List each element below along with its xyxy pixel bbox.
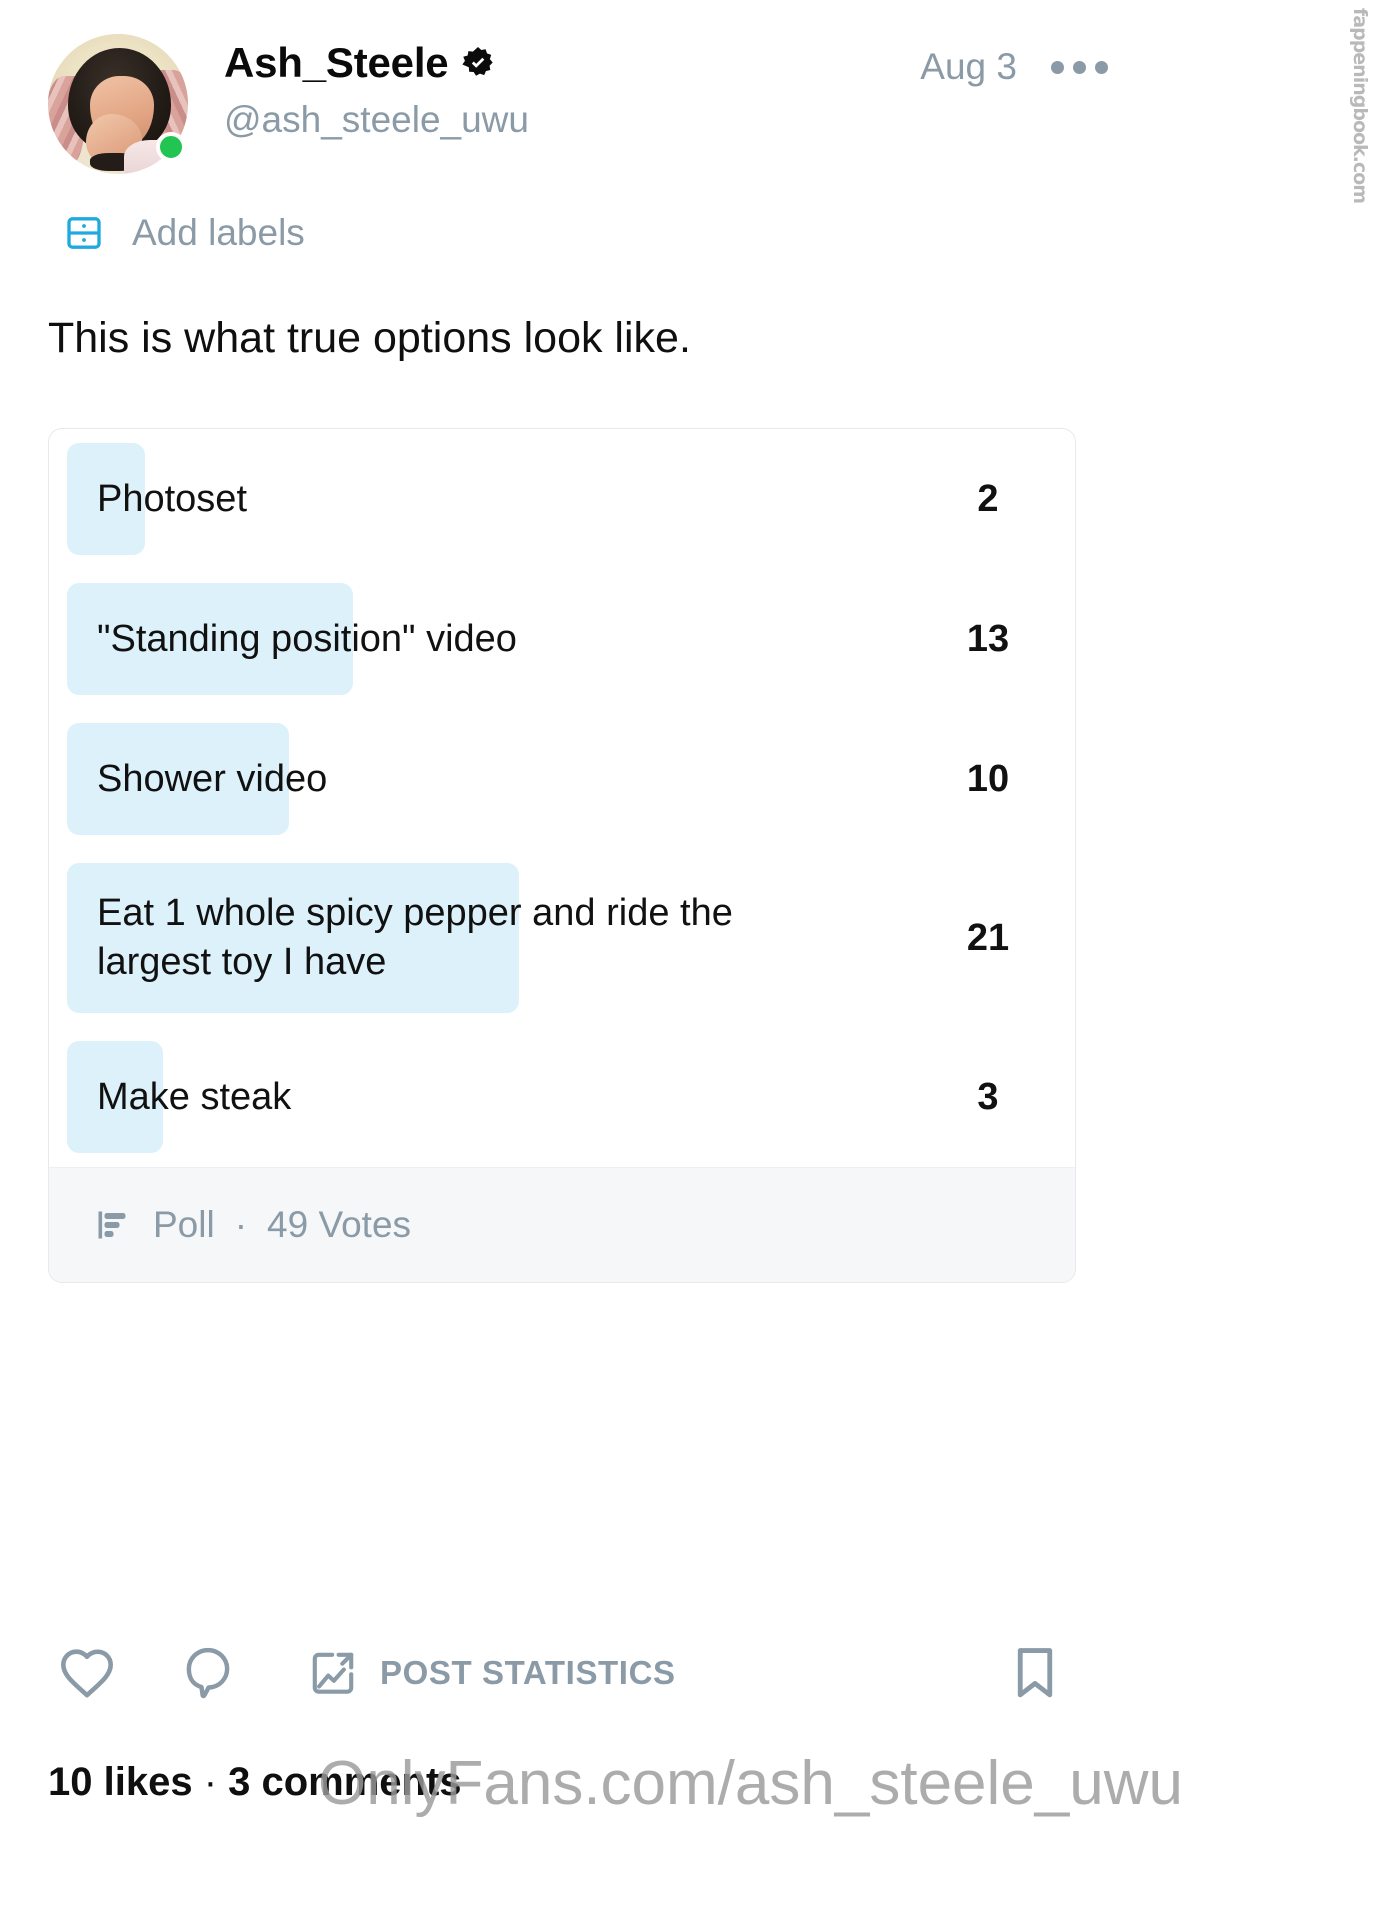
- poll-option-label: Make steak: [97, 1075, 292, 1118]
- poll-option[interactable]: Photoset 2: [49, 429, 1075, 569]
- post-meta: Aug 3: [920, 46, 1108, 88]
- user-identity: Ash_Steele @ash_steele_uwu: [224, 39, 529, 141]
- likes-count: 10 likes: [48, 1760, 193, 1804]
- user-handle[interactable]: @ash_steele_uwu: [224, 99, 529, 141]
- post-statistics-button[interactable]: POST STATISTICS: [306, 1647, 676, 1699]
- poll-separator: ·: [234, 1204, 248, 1245]
- side-watermark: fappeningbook.com: [1349, 8, 1371, 204]
- post-statistics-label: POST STATISTICS: [380, 1654, 676, 1691]
- like-button[interactable]: [58, 1646, 116, 1700]
- online-status-dot: [156, 132, 186, 162]
- more-options-icon[interactable]: [1051, 60, 1108, 74]
- post-header: Ash_Steele @ash_steele_uwu Aug 3: [48, 26, 1108, 186]
- poll-bars-icon: [98, 1211, 126, 1239]
- poll-option-label: Photoset: [97, 477, 247, 520]
- poll-option[interactable]: "Standing position" video 13: [49, 569, 1075, 709]
- avatar[interactable]: [48, 34, 188, 174]
- poll-option-votes: 3: [977, 1075, 999, 1118]
- comment-button[interactable]: [182, 1645, 234, 1701]
- comment-icon: [186, 1647, 230, 1699]
- poll-footer: Poll · 49 Votes: [49, 1167, 1075, 1282]
- center-watermark: OnlyFans.com/ash_steele_uwu: [318, 1749, 1184, 1818]
- poll-card: Photoset 2 "Standing position" video 13 …: [48, 428, 1076, 1283]
- poll-option-votes: 21: [966, 916, 1010, 959]
- labels-drawer-icon: [67, 217, 101, 249]
- action-bar: POST STATISTICS: [48, 1618, 1076, 1728]
- poll-option-votes: 10: [966, 757, 1010, 800]
- poll-option-votes: 2: [977, 477, 999, 520]
- post-text: This is what true options look like.: [48, 314, 691, 362]
- poll-votes-label: 49 Votes: [267, 1204, 412, 1245]
- poll-option-label: Shower video: [97, 757, 328, 800]
- poll-option-label: Eat 1 whole spicy pepper and ride the la…: [97, 892, 733, 983]
- display-name[interactable]: Ash_Steele: [224, 39, 449, 86]
- post-statistics-icon: [312, 1652, 354, 1694]
- poll-type-label: Poll: [153, 1204, 215, 1245]
- poll-option-label: "Standing position" video: [97, 617, 517, 660]
- bookmark-button[interactable]: [1012, 1645, 1058, 1701]
- stats-separator: ·: [192, 1760, 229, 1804]
- post-page: Ash_Steele @ash_steele_uwu Aug 3 Add lab…: [0, 0, 1375, 1920]
- poll-option[interactable]: Shower video 10: [49, 709, 1075, 849]
- post-date: Aug 3: [920, 46, 1017, 87]
- add-labels-button[interactable]: Add labels: [64, 212, 305, 254]
- heart-icon: [61, 1649, 113, 1698]
- poll-option[interactable]: Make steak 3: [49, 1027, 1075, 1167]
- add-labels-label: Add labels: [132, 212, 305, 253]
- poll-option-votes: 13: [966, 617, 1010, 660]
- verified-badge-icon: [462, 47, 494, 76]
- poll-option[interactable]: Eat 1 whole spicy pepper and ride the la…: [49, 849, 1075, 1027]
- bookmark-icon: [1017, 1648, 1053, 1698]
